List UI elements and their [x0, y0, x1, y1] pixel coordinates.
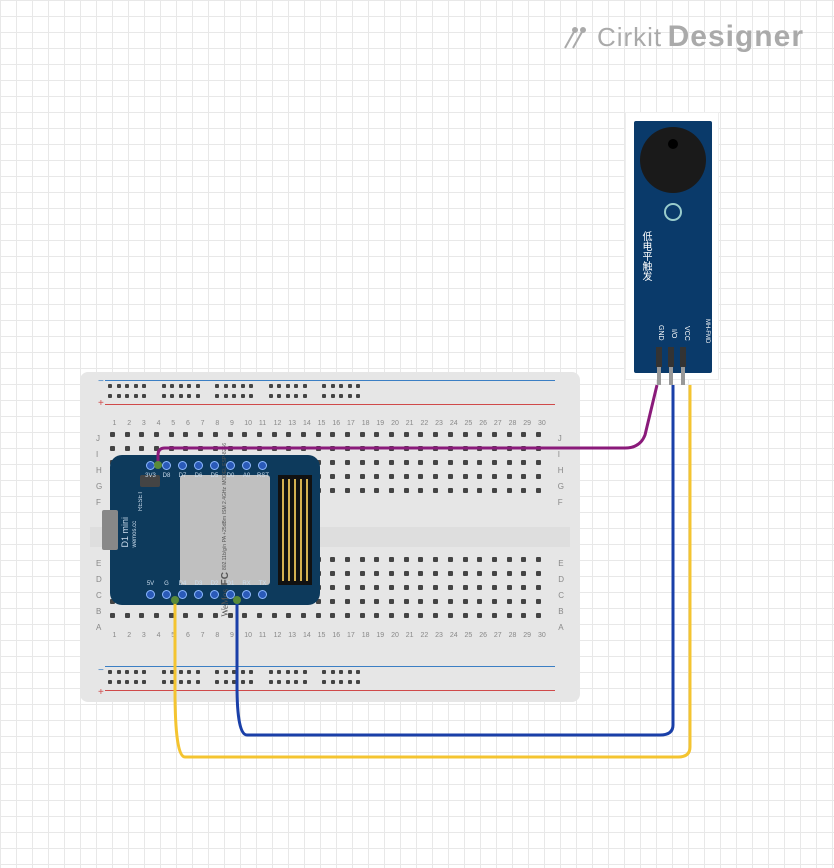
- reset-label: RESET: [138, 491, 144, 511]
- bus-holes: [108, 394, 366, 398]
- chip-std: 802.11b/g/n: [222, 544, 228, 570]
- bus-holes: [108, 384, 366, 388]
- col-labels-bot-l: EDCBA: [96, 559, 102, 632]
- usb-port: [102, 510, 118, 550]
- plus-sign: +: [98, 398, 104, 409]
- mount-hole: [664, 203, 682, 221]
- pins-bot: [146, 590, 267, 599]
- minus-sign: −: [98, 665, 104, 676]
- buzzer-pcb: 低电平触发 MH-FMD GND I/O VCC: [634, 121, 712, 373]
- pin-labels-top: 3V3D8D7D6D5D0A0RST: [145, 473, 268, 479]
- buzzer-cn-text: 低电平触发: [638, 231, 653, 281]
- buzzer-side-label: MH-FMD: [704, 319, 710, 343]
- chip-ism: ISM 2.4GHz: [222, 487, 228, 514]
- minus-sign: −: [98, 376, 104, 387]
- buzzer-disc: [640, 127, 706, 193]
- brand-icon: [561, 26, 587, 57]
- col-labels-top-l: JIHGF: [96, 434, 102, 507]
- bus-holes: [108, 680, 366, 684]
- row-nums-top: 1234567891011121314151617181920212223242…: [112, 420, 543, 427]
- board-name: D1 mini wemos.cc: [120, 517, 140, 548]
- bus-strip-bot: [100, 666, 560, 694]
- bus-strip-top: [100, 380, 560, 408]
- pin-labels-bot: 5VGD4D3D2D1RXTX: [145, 581, 268, 587]
- pins-top: [146, 461, 267, 470]
- brand-text-1: Cirkit: [597, 22, 662, 52]
- brand-text-2: Designer: [668, 20, 804, 53]
- bus-holes: [108, 670, 366, 674]
- plus-sign: +: [98, 687, 104, 698]
- brand-watermark: Cirkit Designer: [561, 20, 804, 57]
- buzzer-module[interactable]: 低电平触发 MH-FMD GND I/O VCC: [625, 112, 719, 380]
- col-labels-bot-r: EDCBA: [558, 559, 564, 632]
- col-labels-top-r: JIHGF: [558, 434, 564, 507]
- chip-pa: PA +25dBm: [222, 516, 228, 542]
- row-nums-bot: 1234567891011121314151617181920212223242…: [112, 632, 543, 639]
- buzzer-pins: [656, 347, 686, 367]
- esp-chip: MODEL ESP-8266 ISM 2.4GHz PA +25dBm 802.…: [180, 475, 270, 585]
- buzzer-pin-labels: GND I/O VCC: [654, 325, 690, 341]
- wemos-d1-mini[interactable]: RESET MODEL ESP-8266 ISM 2.4GHz PA +25dB…: [110, 455, 320, 605]
- antenna: [278, 475, 312, 585]
